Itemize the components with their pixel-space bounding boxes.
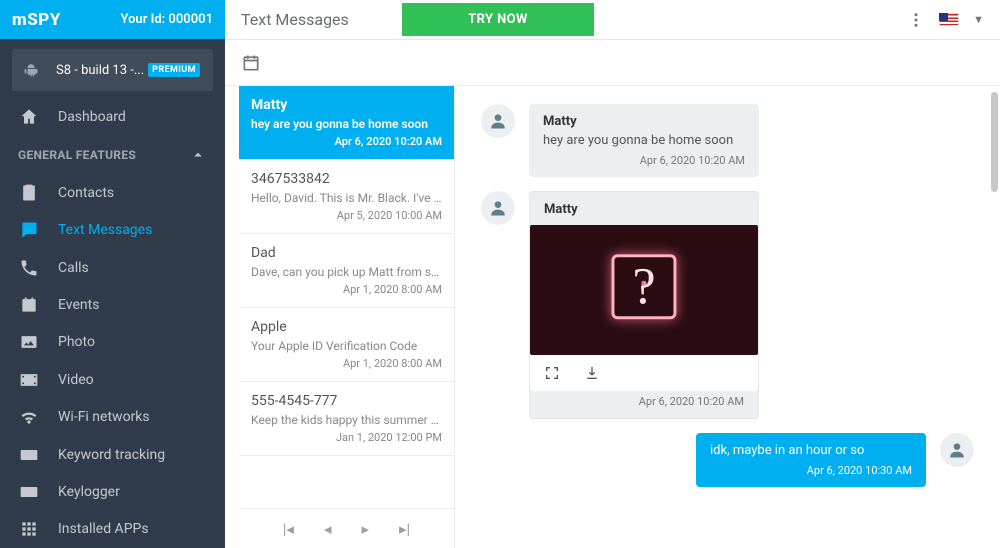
device-label: S8 - build 13 -... [56,63,144,78]
sidebar-item-wifi[interactable]: Wi-Fi networks [0,398,225,435]
pager-prev-icon[interactable]: ◂ [324,520,332,538]
conversation-item[interactable]: Matty hey are you gonna be home soon Apr… [239,86,454,160]
pager-first-icon[interactable]: |◂ [283,520,294,538]
topbar: Text Messages TRY NOW ▼ [225,0,1000,40]
video-icon [18,369,40,391]
more-icon[interactable] [907,11,925,29]
sidebar-item-text-messages[interactable]: Text Messages [0,211,225,248]
conversation-list: Matty hey are you gonna be home soon Apr… [239,86,455,548]
outgoing-message: idk, maybe in an hour or so Apr 6, 2020 … [481,433,974,487]
sidebar: mSPY Your Id: 000001 S8 - build 13 -... … [0,0,225,548]
sidebar-item-installed-apps[interactable]: Installed APPs [0,511,225,548]
event-icon [18,294,40,316]
incoming-message: Matty Apr 6, 2020 10:20 AM [481,191,974,419]
sidebar-item-dashboard[interactable]: Dashboard [0,99,225,136]
incoming-message: Matty hey are you gonna be home soon Apr… [481,104,974,177]
message-thread: Matty hey are you gonna be home soon Apr… [455,86,1000,548]
image-icon [18,331,40,353]
sidebar-item-calls[interactable]: Calls [0,249,225,286]
conversation-pager: |◂ ◂ ▸ ▸| [239,508,454,548]
conversation-item[interactable]: 3467533842 Hello, David. This is Mr. Bla… [239,160,454,234]
conversation-item[interactable]: 555-4545-777 Keep the kids happy this su… [239,382,454,456]
scrollbar-thumb[interactable] [991,92,998,192]
chat-icon [18,219,40,241]
fullscreen-icon[interactable] [544,365,560,381]
conversation-item[interactable]: Apple Your Apple ID Verification Code Ap… [239,308,454,382]
sidebar-item-photo[interactable]: Photo [0,324,225,361]
premium-badge: PREMIUM [148,63,200,77]
chevron-down-icon[interactable]: ▼ [973,13,984,26]
avatar [481,104,515,138]
keyboard-icon [18,481,40,503]
avatar [940,433,974,467]
sidebar-section-general[interactable]: GENERAL FEATURES [0,136,225,174]
date-filter-bar [225,40,1000,86]
sidebar-item-keylogger[interactable]: Keylogger [0,473,225,510]
sidebar-item-video[interactable]: Video [0,361,225,398]
apps-icon [18,518,40,540]
sidebar-item-keyword-tracking[interactable]: Keyword tracking [0,436,225,473]
sidebar-header: mSPY Your Id: 000001 [0,0,225,39]
logo: mSPY [12,10,61,30]
main-area: Text Messages TRY NOW ▼ Matty hey are yo… [225,0,1000,548]
clipboard-icon [18,182,40,204]
conversation-item[interactable]: Dad Dave, can you pick up Matt from scho… [239,234,454,308]
download-icon[interactable] [584,365,600,381]
user-id-label: Your Id: 000001 [121,12,214,27]
pager-last-icon[interactable]: ▸| [399,520,410,538]
chevron-up-icon [189,146,207,164]
calendar-icon[interactable] [241,53,261,73]
device-selector[interactable]: S8 - build 13 -... PREMIUM [12,49,213,90]
phone-icon [18,257,40,279]
avatar [481,191,515,225]
try-now-button[interactable]: TRY NOW [402,3,594,36]
flag-us-icon[interactable] [939,13,959,26]
pager-next-icon[interactable]: ▸ [362,520,370,538]
mms-image[interactable] [530,225,758,355]
android-icon [24,63,38,77]
wifi-icon [18,406,40,428]
sidebar-item-contacts[interactable]: Contacts [0,174,225,211]
home-icon [18,106,40,128]
keyboard-icon [18,444,40,466]
page-title: Text Messages [241,10,349,29]
sidebar-item-events[interactable]: Events [0,286,225,323]
